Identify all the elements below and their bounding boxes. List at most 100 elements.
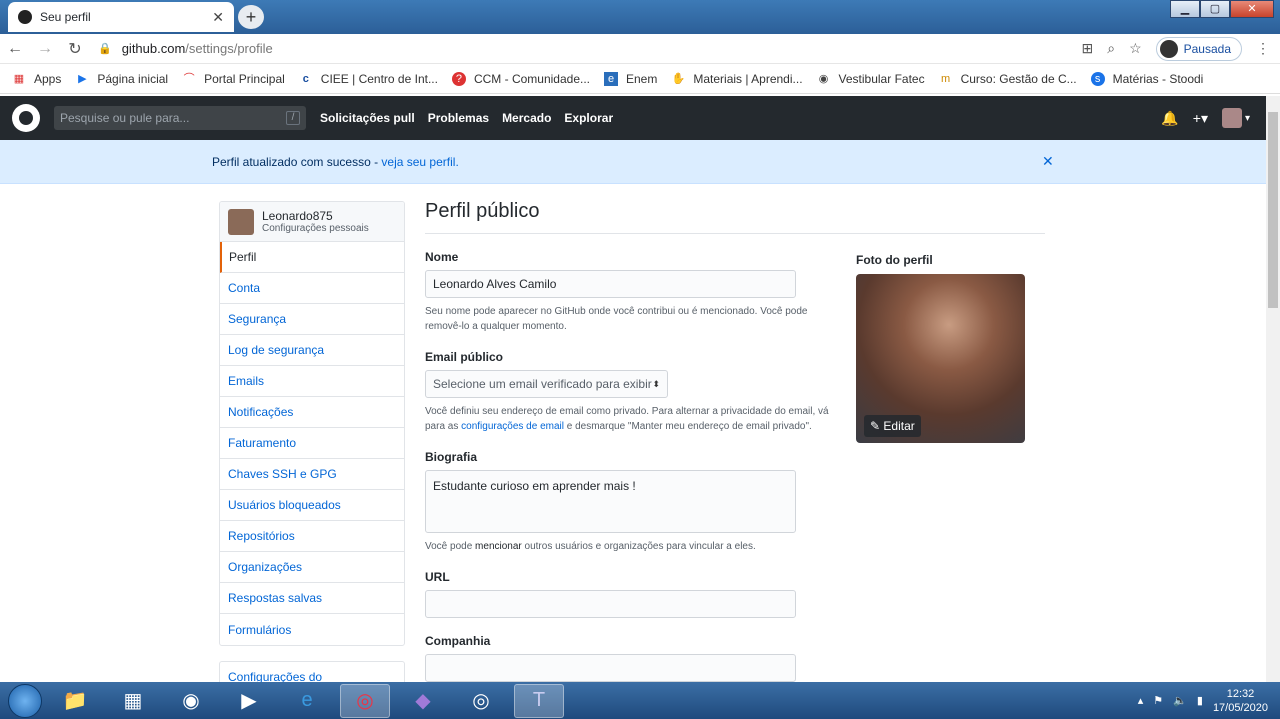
- maximize-button[interactable]: ▢: [1200, 0, 1230, 18]
- sidebar-item-security-log[interactable]: Log de segurança: [220, 335, 404, 366]
- sidebar-item-ssh-gpg[interactable]: Chaves SSH e GPG: [220, 459, 404, 490]
- plus-dropdown-icon[interactable]: +▾: [1193, 110, 1208, 127]
- sidebar-username[interactable]: Leonardo875: [262, 209, 369, 223]
- public-email-select[interactable]: Selecione um email verificado para exibi…: [425, 370, 668, 398]
- bell-icon[interactable]: 🔔: [1161, 110, 1178, 127]
- profile-button[interactable]: Pausada: [1155, 36, 1242, 61]
- bio-note: Você pode mencionar outros usuários e or…: [425, 541, 756, 552]
- stoodi-icon: s: [1090, 71, 1105, 86]
- bookmark-item[interactable]: ? CCM - Comunidade...: [451, 71, 590, 86]
- sidebar-item-billing[interactable]: Faturamento: [220, 428, 404, 459]
- github-header: Pesquise ou pule para... / Solicitações …: [0, 96, 1266, 140]
- url-field[interactable]: [425, 590, 796, 618]
- bookmarks-bar: ▦ Apps ▶ Página inicial ⌒ Portal Principal …: [0, 64, 1280, 94]
- bookmark-star-icon[interactable]: ☆: [1129, 40, 1142, 57]
- sidebar-item-notifications[interactable]: Notificações: [220, 397, 404, 428]
- reload-icon[interactable]: ↻: [60, 39, 90, 59]
- minimize-button[interactable]: ▁: [1170, 0, 1200, 18]
- new-tab-button[interactable]: +: [238, 5, 264, 29]
- windows-taskbar: 📁 ▦ ◉ ▶ e ◎ ◆ ◎ T ▴ ⚑ 🔈 ▮ 12:32 17/05/20…: [0, 682, 1280, 719]
- sidebar-item-profile[interactable]: Perfil: [220, 242, 404, 273]
- start-button[interactable]: [8, 683, 42, 718]
- bookmark-item[interactable]: c CIEE | Centro de Int...: [299, 72, 438, 86]
- close-tab-icon[interactable]: ✕: [212, 9, 224, 26]
- nav-pull-requests[interactable]: Solicitações pull: [320, 111, 415, 125]
- tray-expand-icon[interactable]: ▴: [1138, 694, 1144, 707]
- bookmark-item[interactable]: ◉ Vestibular Fatec: [817, 72, 925, 86]
- sidebar-item-repositories[interactable]: Repositórios: [220, 521, 404, 552]
- enem-icon: e: [604, 71, 618, 86]
- video-player-icon[interactable]: ▶: [224, 684, 274, 718]
- email-settings-link[interactable]: configurações de email: [461, 421, 564, 432]
- zoom-icon[interactable]: ⌕: [1107, 40, 1115, 57]
- lock-icon: 🔒: [98, 43, 112, 55]
- media-player-icon[interactable]: ◉: [166, 684, 216, 718]
- view-profile-link[interactable]: veja seu perfil.: [381, 155, 458, 169]
- visual-studio-icon[interactable]: ◆: [398, 684, 448, 718]
- nav-issues[interactable]: Problemas: [428, 111, 489, 125]
- calculator-icon[interactable]: ▦: [108, 684, 158, 718]
- avatar: [228, 208, 254, 235]
- bookmark-item[interactable]: ▶ Página inicial: [75, 72, 168, 86]
- signal-icon[interactable]: ▮: [1197, 694, 1203, 707]
- tab-title: Seu perfil: [40, 10, 91, 24]
- chevron-down-icon: ▾: [1244, 112, 1250, 124]
- edit-photo-button[interactable]: ✎ Editar: [864, 415, 921, 437]
- sidebar-subtitle: Configurações pessoais: [262, 223, 369, 234]
- header-nav: Solicitações pull Problemas Mercado Expl…: [320, 111, 613, 125]
- flash-notice: Perfil atualizado com sucesso - veja seu…: [0, 140, 1266, 184]
- nav-explore[interactable]: Explorar: [564, 111, 613, 125]
- chrome-alt-icon[interactable]: ◎: [456, 684, 506, 718]
- sidebar-item-account[interactable]: Conta: [220, 273, 404, 304]
- sidebar-item-organizations[interactable]: Organizações: [220, 552, 404, 583]
- company-field[interactable]: [425, 654, 796, 682]
- menu-kebab-icon[interactable]: ⋮: [1256, 40, 1270, 57]
- url-host: github.com: [121, 41, 186, 56]
- user-menu[interactable]: ▾: [1221, 108, 1250, 128]
- bookmark-item[interactable]: ✋ Materiais | Aprendi...: [671, 72, 803, 86]
- pencil-icon: ✎: [870, 419, 881, 433]
- bookmark-item[interactable]: ⌒ Portal Principal: [182, 72, 285, 86]
- scrollbar-thumb[interactable]: [1268, 112, 1278, 308]
- sidebar-item-blocked-users[interactable]: Usuários bloqueados: [220, 490, 404, 521]
- email-select-value: Selecione um email verificado para exibi…: [433, 377, 652, 391]
- translate-icon[interactable]: ⊞: [1081, 40, 1093, 57]
- github-favicon-icon: [18, 10, 32, 24]
- bookmark-item[interactable]: e Enem: [604, 71, 657, 86]
- forward-icon[interactable]: →: [30, 40, 60, 58]
- hand-icon: ✋: [671, 72, 686, 85]
- volume-icon[interactable]: 🔈: [1173, 694, 1187, 707]
- close-window-button[interactable]: ✕: [1230, 0, 1274, 18]
- page-scrollbar[interactable]: [1266, 96, 1280, 682]
- back-icon[interactable]: ←: [0, 40, 30, 58]
- close-icon[interactable]: ✕: [1042, 153, 1054, 170]
- sidebar-item-emails[interactable]: Emails: [220, 366, 404, 397]
- flash-message: Perfil atualizado com sucesso - veja seu…: [212, 154, 459, 169]
- sidebar-item-saved-replies[interactable]: Respostas salvas: [220, 583, 404, 614]
- bio-textarea[interactable]: Estudante curioso em aprender mais !: [425, 470, 796, 533]
- internet-explorer-icon[interactable]: e: [282, 684, 332, 718]
- explorer-icon[interactable]: 📁: [50, 684, 100, 718]
- url-field[interactable]: 🔒 github.com /settings/profile: [98, 41, 1081, 56]
- sidebar-item-security[interactable]: Segurança: [220, 304, 404, 335]
- bookmark-item[interactable]: ▦ Apps: [12, 72, 62, 86]
- sidebar-item-forms[interactable]: Formulários: [220, 614, 404, 645]
- clock[interactable]: 12:32 17/05/2020: [1213, 687, 1268, 715]
- bookmark-item[interactable]: s Matérias - Stoodi: [1090, 71, 1203, 86]
- teams-icon[interactable]: T: [514, 683, 564, 718]
- nav-marketplace[interactable]: Mercado: [502, 111, 551, 125]
- chrome-icon[interactable]: ◎: [340, 683, 390, 718]
- page-title: Perfil público: [425, 200, 1045, 234]
- fatec-icon: ◉: [818, 72, 829, 85]
- system-tray: ▴ ⚑ 🔈 ▮ 12:32 17/05/2020: [1138, 687, 1268, 715]
- bookmark-item[interactable]: m Curso: Gestão de C...: [939, 72, 1077, 86]
- name-label: Nome: [425, 250, 459, 264]
- github-logo-icon[interactable]: [12, 104, 40, 132]
- browser-tab[interactable]: Seu perfil ✕: [8, 2, 234, 32]
- name-field[interactable]: Leonardo Alves Camilo: [425, 270, 796, 298]
- url-label: URL: [425, 570, 450, 584]
- search-input[interactable]: Pesquise ou pule para... /: [54, 106, 306, 130]
- name-note: Seu nome pode aparecer no GitHub onde vo…: [425, 306, 808, 332]
- url-path: /settings/profile: [185, 41, 273, 56]
- network-alert-icon[interactable]: ⚑: [1153, 694, 1163, 707]
